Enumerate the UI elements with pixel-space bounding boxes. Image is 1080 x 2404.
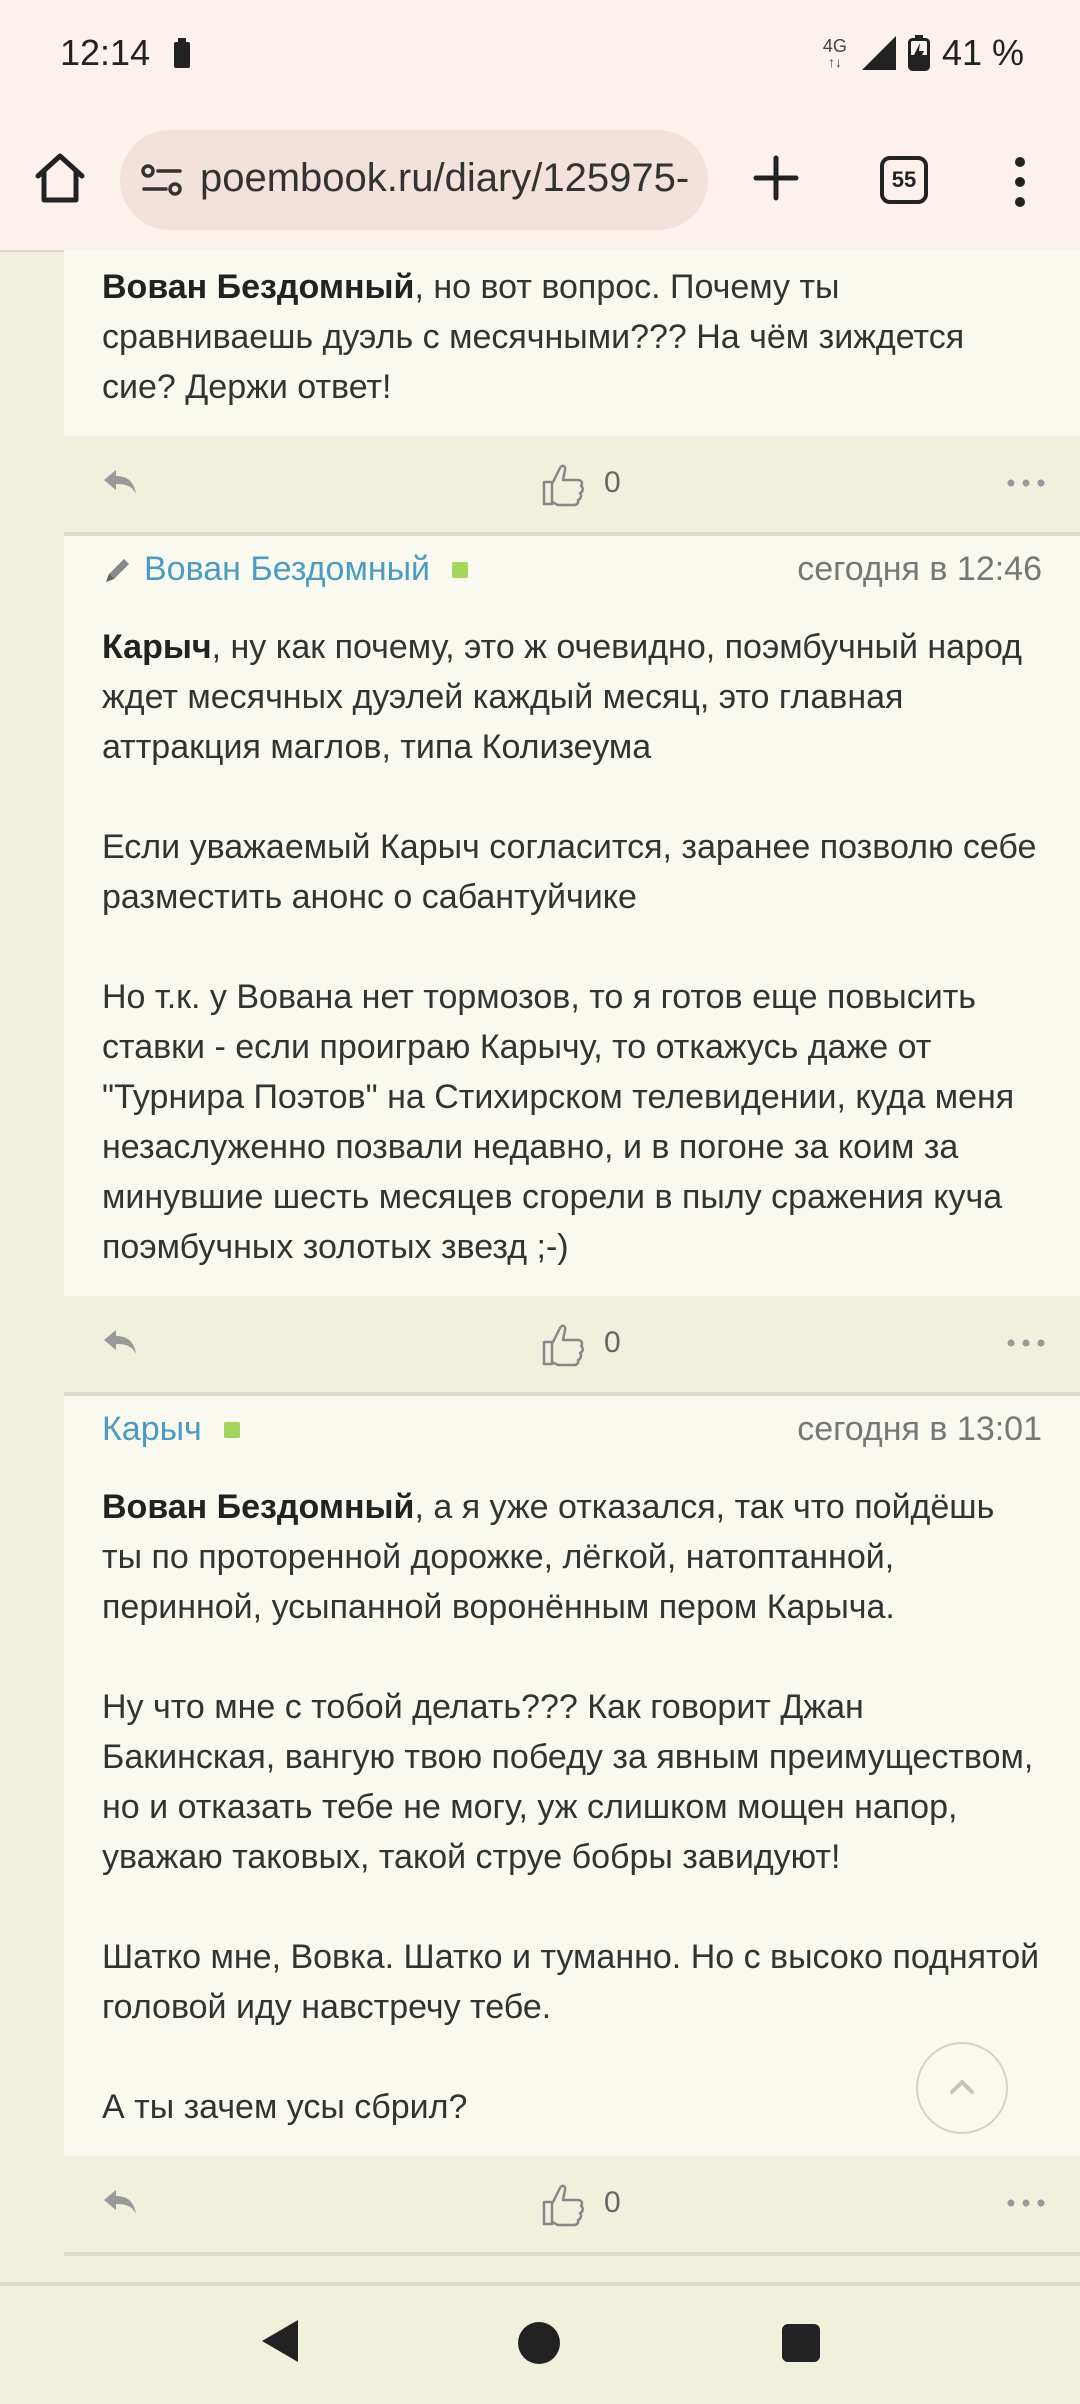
comment-body: Карыч, ну как почему, это ж очевидно, по… xyxy=(64,610,1080,1296)
comment-timestamp: сегодня в 13:01 xyxy=(797,1410,1042,1448)
author-block: Карыч xyxy=(102,1410,240,1449)
comment-feed: Вован Бездомный, но вот вопрос. Почему т… xyxy=(64,250,1080,2256)
browser-toolbar: poembook.ru/diary/125975- 55 xyxy=(0,110,1080,252)
comment-2: Вован Бездомный сегодня в 12:46 Карыч, н… xyxy=(64,536,1080,1396)
network-type-icon: 4G ↑↓ xyxy=(820,37,850,69)
recent-apps-icon[interactable] xyxy=(782,2324,820,2362)
like-count: 0 xyxy=(604,466,621,499)
comment-text: Если уважаемый Карыч согласится, заранее… xyxy=(102,828,1037,916)
network-activity-label: ↑↓ xyxy=(827,54,842,70)
home-icon[interactable] xyxy=(30,148,90,208)
battery-percent: 41 % xyxy=(941,32,1024,73)
comment-text: Шатко мне, Вовка. Шатко и туманно. Но с … xyxy=(102,1938,1040,2026)
network-type-label: 4G xyxy=(822,36,847,56)
comment-paragraph: Шатко мне, Вовка. Шатко и туманно. Но с … xyxy=(102,1932,1042,2032)
status-time: 12:14 xyxy=(60,32,151,73)
comment-body: Вован Бездомный, но вот вопрос. Почему т… xyxy=(64,250,1080,436)
site-settings-icon[interactable] xyxy=(140,162,184,198)
home-nav-icon[interactable] xyxy=(518,2322,560,2364)
comment-text: Ну что мне с тобой делать??? Как говорит… xyxy=(102,1688,1034,1876)
comment-timestamp: сегодня в 12:46 xyxy=(797,550,1042,588)
chevron-up-icon xyxy=(950,2080,974,2094)
online-status-indicator xyxy=(452,561,469,578)
author-name[interactable]: Вован Бездомный xyxy=(144,550,430,589)
tab-count: 55 xyxy=(891,167,917,192)
thumbs-up-icon[interactable] xyxy=(538,460,586,508)
scroll-to-top-button[interactable] xyxy=(916,2042,1008,2134)
url-text[interactable]: poembook.ru/diary/125975- xyxy=(200,156,689,201)
online-status-indicator xyxy=(223,1421,240,1438)
system-navigation-bar xyxy=(0,2282,1080,2404)
reply-icon[interactable] xyxy=(100,1326,140,1358)
more-options-icon[interactable] xyxy=(1006,1338,1046,1348)
address-bar[interactable]: poembook.ru/diary/125975- xyxy=(120,130,708,230)
comment-paragraph: А ты зачем усы сбрил? xyxy=(102,2082,1042,2132)
comment-actions: 0 xyxy=(64,436,1080,536)
comment-actions: 0 xyxy=(64,1296,1080,1396)
author-name[interactable]: Карыч xyxy=(102,1410,202,1449)
like-count: 0 xyxy=(604,2186,621,2219)
signal-icon xyxy=(861,36,896,70)
comment-paragraph: Карыч, ну как почему, это ж очевидно, по… xyxy=(102,622,1042,772)
pencil-icon xyxy=(106,558,129,582)
reply-icon[interactable] xyxy=(100,2186,140,2218)
more-menu-icon[interactable] xyxy=(1000,152,1040,212)
more-options-icon[interactable] xyxy=(1006,2198,1046,2208)
comment-paragraph: Если уважаемый Карыч согласится, заранее… xyxy=(102,822,1042,922)
new-tab-icon[interactable] xyxy=(748,150,804,206)
thumbs-up-icon[interactable] xyxy=(538,2180,586,2228)
comment-paragraph: Но т.к. у Вована нет тормозов, то я гото… xyxy=(102,972,1042,1272)
back-icon[interactable] xyxy=(260,2318,300,2364)
mention-name: Карыч xyxy=(102,628,212,666)
comment-header: Вован Бездомный сегодня в 12:46 xyxy=(64,536,1080,610)
author-block: Вован Бездомный xyxy=(102,550,469,589)
comment-actions: 0 xyxy=(64,2156,1080,2256)
like-count: 0 xyxy=(604,1326,621,1359)
mention-name: Вован Бездомный xyxy=(102,268,415,306)
comment-text: Но т.к. у Вована нет тормозов, то я гото… xyxy=(102,978,1015,1266)
status-indicators: 4G ↑↓ 41 % xyxy=(820,32,1024,74)
thumbs-up-icon[interactable] xyxy=(538,1320,586,1368)
reply-icon[interactable] xyxy=(100,466,140,498)
battery-charging-icon xyxy=(907,35,930,71)
battery-saver-icon xyxy=(174,38,190,68)
comment-paragraph: Ну что мне с тобой делать??? Как говорит… xyxy=(102,1682,1042,1882)
mention-name: Вован Бездомный xyxy=(102,1488,415,1526)
tab-switcher-button[interactable]: 55 xyxy=(880,156,928,204)
comment-text: А ты зачем усы сбрил? xyxy=(102,2088,468,2126)
comment-paragraph: Вован Бездомный, но вот вопрос. Почему т… xyxy=(102,262,1042,412)
comment-text: , ну как почему, это ж очевидно, поэмбуч… xyxy=(102,628,1022,766)
more-options-icon[interactable] xyxy=(1006,478,1046,488)
comment-1: Вован Бездомный, но вот вопрос. Почему т… xyxy=(64,250,1080,536)
comment-paragraph: Вован Бездомный, а я уже отказался, так … xyxy=(102,1482,1042,1632)
comment-header: Карыч сегодня в 13:01 xyxy=(64,1396,1080,1470)
status-bar: 12:14 4G ↑↓ 41 % xyxy=(0,0,1080,110)
